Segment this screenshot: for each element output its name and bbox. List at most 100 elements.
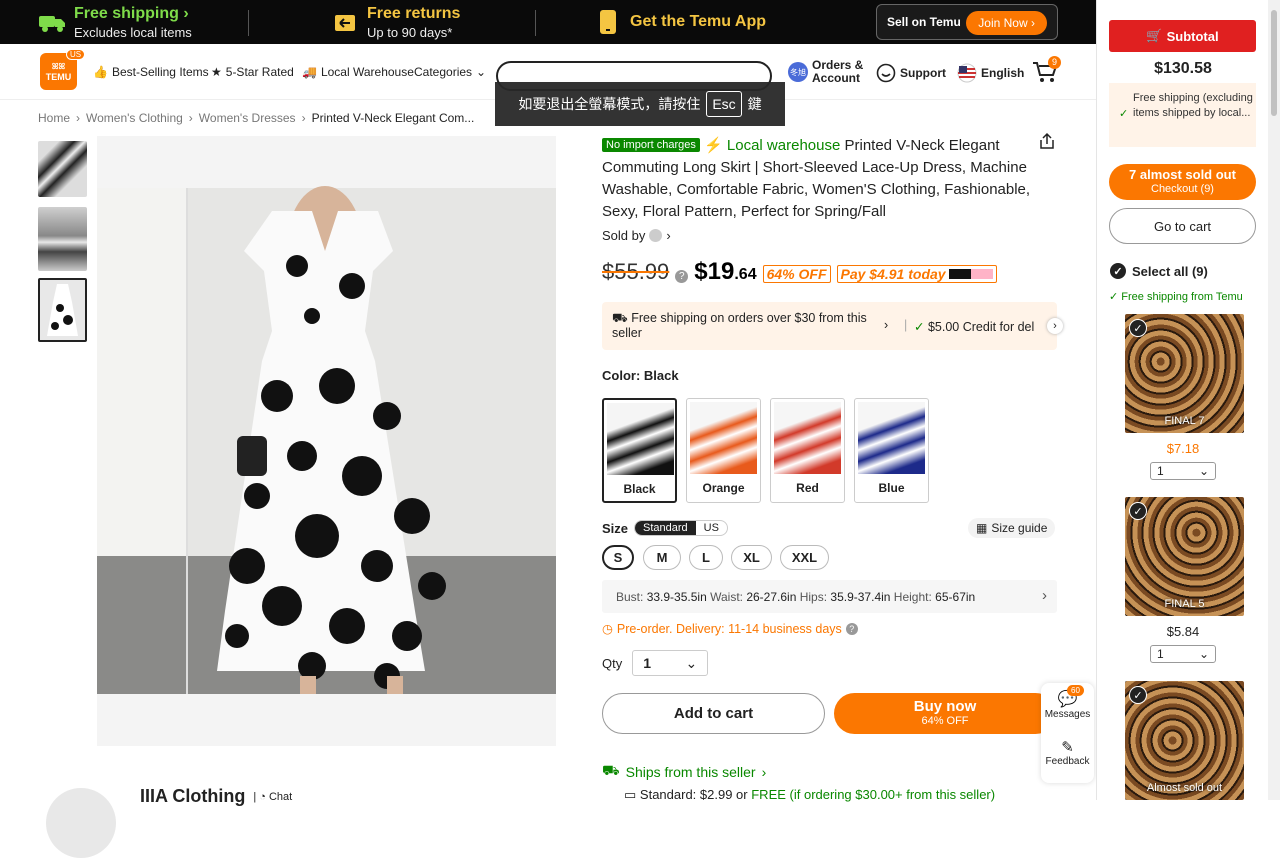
item-check[interactable]: ✓ xyxy=(1129,502,1147,520)
color-label: Color: Black xyxy=(602,368,679,383)
chevron-down-icon: ⌄ xyxy=(685,654,698,671)
item-check[interactable]: ✓ xyxy=(1129,319,1147,337)
cart-icon: 🛒 xyxy=(1146,28,1163,43)
floating-tools: 💬 Messages 60 ✎ Feedback xyxy=(1041,683,1094,783)
size-measurements[interactable]: Bust: 33.9-35.5in Waist: 26-27.6in Hips:… xyxy=(602,580,1057,613)
subtotal-button[interactable]: 🛒 Subtotal xyxy=(1109,20,1256,52)
color-option-blue[interactable]: Blue xyxy=(854,398,929,503)
pay-today-badge[interactable]: Pay $4.91 today xyxy=(836,265,998,283)
size-l[interactable]: L xyxy=(689,545,723,570)
size-xxl[interactable]: XXL xyxy=(780,545,829,570)
standard-shipping: ▭ Standard: $2.99 or FREE (if ordering $… xyxy=(624,787,996,802)
truck-icon: ⛟ xyxy=(612,311,628,325)
help-icon[interactable]: ? xyxy=(845,622,858,635)
sale-price: $19.64 xyxy=(694,258,757,285)
support-icon xyxy=(876,63,896,83)
check-icon: ✓ xyxy=(914,320,925,334)
size-s[interactable]: S xyxy=(602,545,634,570)
crumb-womens-clothing[interactable]: Women's Clothing xyxy=(86,111,183,125)
edit-icon: ✎ xyxy=(1061,739,1074,756)
phone-icon xyxy=(600,10,616,34)
free-shipping-from-temu: ✓ Free shipping from Temu xyxy=(1109,291,1243,303)
truck-icon: ⛟ xyxy=(602,762,620,778)
discount-badge: 64% OFF xyxy=(762,265,831,283)
chevron-down-icon: ⌄ xyxy=(1198,647,1209,661)
free-returns-promo[interactable]: Free returns Up to 90 days* xyxy=(334,0,460,44)
nav-five-star[interactable]: ★ 5-Star Rated xyxy=(211,65,294,79)
support-link[interactable]: Support xyxy=(876,63,946,83)
scroll-right-button[interactable]: › xyxy=(1047,318,1063,334)
preorder-notice: ◷ Pre-order. Delivery: 11-14 business day… xyxy=(602,621,858,636)
nav-categories[interactable]: Categories ⌄ xyxy=(414,65,486,79)
shipping-info-box[interactable]: ⛟ Free shipping on orders over $30 from … xyxy=(602,302,1063,350)
cart-button[interactable]: 9 xyxy=(1032,56,1061,89)
color-option-orange[interactable]: Orange xyxy=(686,398,761,503)
size-xl[interactable]: XL xyxy=(731,545,772,570)
free-shipping-promo[interactable]: Free shipping › Excludes local items xyxy=(38,0,192,44)
item-check[interactable]: ✓ xyxy=(1129,686,1147,704)
crumb-home[interactable]: Home xyxy=(38,111,70,125)
color-option-black[interactable]: Black xyxy=(602,398,677,503)
check-icon: ✓ xyxy=(1119,108,1129,120)
scrollbar[interactable] xyxy=(1268,0,1280,800)
size-us[interactable]: US xyxy=(696,521,727,535)
region-badge: US xyxy=(66,49,86,60)
thumbnail-1[interactable] xyxy=(38,141,87,197)
chevron-down-icon: ⌄ xyxy=(476,65,487,79)
item-qty-select[interactable]: 1 ⌄ xyxy=(1150,645,1216,663)
seller-avatar xyxy=(649,229,663,242)
sold-by[interactable]: Sold by › xyxy=(602,228,671,243)
checkout-button[interactable]: 7 almost sold out Checkout (9) xyxy=(1109,164,1256,200)
chevron-right-icon: › xyxy=(666,228,671,243)
seller-avatar[interactable] xyxy=(46,788,116,858)
quantity-select[interactable]: 1 ⌄ xyxy=(632,650,709,676)
chat-link[interactable]: | ◔ Chat xyxy=(253,791,292,803)
buy-now-button[interactable]: Buy now 64% OFF xyxy=(834,693,1056,734)
add-to-cart-button[interactable]: Add to cart xyxy=(602,693,825,734)
free-returns-title: Free returns xyxy=(367,4,461,22)
subtotal-amount: $130.58 xyxy=(1154,60,1212,77)
join-now-button[interactable]: Join Now › xyxy=(966,11,1047,35)
main-product-image[interactable] xyxy=(97,136,556,746)
local-warehouse-label[interactable]: ⚡ Local warehouse xyxy=(704,137,840,154)
help-icon[interactable]: ? xyxy=(675,270,689,283)
crumb-womens-dresses[interactable]: Women's Dresses xyxy=(199,111,296,125)
nav-local-warehouse[interactable]: 🚚 Local Warehouse xyxy=(302,65,414,79)
language-selector[interactable]: English xyxy=(957,63,1024,83)
thumbnail-3[interactable] xyxy=(38,278,87,342)
nav-best-selling[interactable]: 👍 Best-Selling Items xyxy=(93,65,209,79)
get-app-promo[interactable]: Get the Temu App xyxy=(598,0,766,44)
free-shipping-title: Free shipping xyxy=(74,4,179,22)
orders-account[interactable]: 冬旭 Orders & Account xyxy=(788,59,863,85)
size-row: Size Standard US xyxy=(602,520,728,536)
chevron-right-icon: › xyxy=(884,318,889,332)
crumb-current: Printed V-Neck Elegant Com... xyxy=(311,111,475,125)
size-label: Size xyxy=(602,520,629,536)
item-qty-select[interactable]: 1 ⌄ xyxy=(1150,462,1216,480)
item-price: $7.18 xyxy=(1166,441,1200,456)
chevron-down-icon: ⌄ xyxy=(1198,464,1209,478)
share-icon[interactable] xyxy=(1038,132,1056,155)
color-option-red[interactable]: Red xyxy=(770,398,845,503)
ruler-icon: ▦ xyxy=(976,521,988,535)
clock-icon: ◷ xyxy=(602,622,613,636)
site-header: ꕤꕤ TEMU US 👍 Best-Selling Items ★ 5-Star Ra… xyxy=(0,44,1096,126)
avatar: 冬旭 xyxy=(788,62,808,82)
dress-thumb-image xyxy=(40,280,85,340)
seller-name[interactable]: IIIA Clothing xyxy=(140,786,245,807)
scrollbar-thumb[interactable] xyxy=(1271,10,1277,116)
size-system-toggle[interactable]: Standard US xyxy=(634,520,728,536)
thumbnail-2[interactable] xyxy=(38,207,87,271)
sell-on-temu[interactable]: Sell on Temu Join Now › xyxy=(876,4,1058,40)
go-to-cart-button[interactable]: Go to cart xyxy=(1109,208,1256,244)
sell-label: Sell on Temu xyxy=(887,15,961,29)
star-badge-icon: ★ xyxy=(211,65,222,79)
ships-from-seller[interactable]: ⛟ Ships from this seller › xyxy=(602,762,766,781)
feedback-button[interactable]: ✎ Feedback xyxy=(1041,738,1094,767)
thumbs-up-icon: 👍 xyxy=(93,65,108,79)
size-standard[interactable]: Standard xyxy=(635,521,696,535)
select-all[interactable]: ✓ Select all (9) xyxy=(1109,262,1208,280)
size-m[interactable]: M xyxy=(643,545,681,570)
size-guide-button[interactable]: ▦ Size guide xyxy=(968,518,1056,538)
check-icon: ✓ xyxy=(1109,262,1127,280)
